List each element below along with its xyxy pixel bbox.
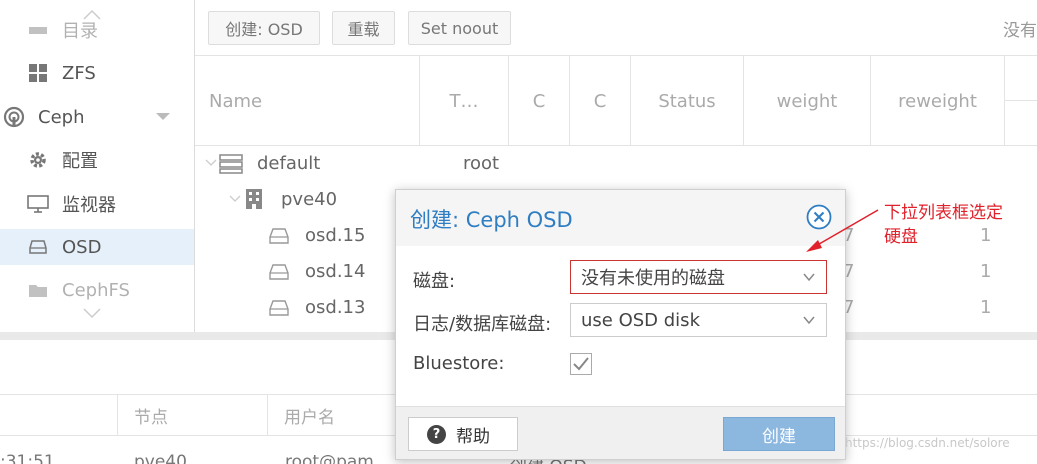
bluestore-label: Bluestore: (413, 353, 505, 374)
dialog-title: 创建: Ceph OSD (410, 208, 573, 232)
row-name: pve40 (281, 189, 338, 210)
annotation-arrow (806, 209, 879, 252)
table-row[interactable]: default root (195, 146, 1037, 182)
watermark: https://blog.csdn.net/solore (845, 436, 1010, 450)
journal-disk-select[interactable]: use OSD disk (570, 303, 827, 337)
journal-disk-select-value: use OSD disk (581, 309, 700, 331)
drive-icon (26, 240, 50, 254)
column-header-class[interactable]: C (509, 56, 570, 146)
sidebar-item-config[interactable]: 配置 (0, 142, 194, 178)
drive-icon (269, 228, 289, 244)
storage-icon (26, 25, 50, 35)
chevron-down-icon[interactable] (229, 195, 241, 203)
grid-icon (26, 64, 50, 82)
server-rack-icon (219, 154, 243, 174)
dialog-footer: ? 帮助 创建 (396, 406, 845, 459)
column-header-reweight[interactable]: reweight (871, 56, 1005, 146)
row-type: root (463, 153, 500, 174)
disk-select-value: 没有未使用的磁盘 (581, 268, 725, 289)
row-name: osd.13 (305, 297, 366, 318)
monitor-icon (26, 195, 50, 213)
column-header-name[interactable]: Name (195, 56, 420, 146)
sidebar-item-label: ZFS (62, 62, 96, 84)
sidebar-item-zfs[interactable]: ZFS (0, 55, 194, 91)
sidebar-item-label: 监视器 (62, 195, 116, 216)
row-reweight: 1 (980, 297, 992, 318)
row-node: pve40 (134, 452, 187, 464)
create-osd-button[interactable]: 创建: OSD (208, 11, 320, 45)
osd-grid-header: Name T… C C Status weight reweight (195, 56, 1037, 146)
toolbar: 创建: OSD 重载 Set noout 没有 (195, 0, 1037, 56)
disk-label: 磁盘: (413, 271, 456, 292)
create-button[interactable]: 创建 (723, 417, 835, 451)
sidebar-item-monitor[interactable]: 监视器 (0, 186, 194, 222)
help-button-label: 帮助 (456, 426, 490, 447)
folder-icon (26, 283, 50, 297)
sidebar-item-label: 配置 (62, 151, 98, 172)
sidebar-item-label: CephFS (62, 279, 130, 301)
drive-icon (269, 300, 289, 316)
set-noout-button[interactable]: Set noout (408, 11, 511, 45)
create-ceph-osd-dialog: 创建: Ceph OSD 磁盘: 没有未使用的磁盘 日志/数据库磁盘: use … (395, 189, 846, 460)
toolbar-status-text: 没有 (1003, 21, 1037, 41)
disk-select[interactable]: 没有未使用的磁盘 (570, 260, 827, 294)
row-name: default (257, 153, 321, 174)
sidebar-item-cephfs[interactable]: CephFS (0, 272, 194, 308)
gear-icon (26, 151, 50, 169)
help-button[interactable]: ? 帮助 (408, 417, 518, 451)
sidebar-item-label: 目录 (62, 21, 98, 42)
column-header-weight[interactable]: weight (744, 56, 871, 146)
row-user: root@pam (285, 452, 374, 464)
column-header-divider (1005, 100, 1037, 101)
row-time: :31:51 (0, 452, 55, 464)
sidebar-item-storage[interactable]: 目录 (0, 12, 194, 48)
row-reweight: 1 (980, 261, 992, 282)
reload-button[interactable]: 重载 (332, 11, 395, 45)
journal-disk-label: 日志/数据库磁盘: (413, 314, 552, 335)
column-header-status[interactable]: Status (631, 56, 744, 146)
row-name: osd.14 (305, 261, 366, 282)
column-header-node[interactable]: 节点 (118, 395, 268, 435)
scroll-down-icon[interactable] (82, 308, 102, 320)
column-header-c2[interactable]: C (570, 56, 631, 146)
dialog-body: 磁盘: 没有未使用的磁盘 日志/数据库磁盘: use OSD disk Blue… (396, 246, 845, 406)
sidebar-item-osd[interactable]: OSD (0, 229, 194, 265)
sidebar: 目录 ZFS Ceph 配置 监视器 OSD CephFS (0, 0, 195, 332)
chevron-down-icon[interactable] (802, 313, 816, 327)
app-root: 目录 ZFS Ceph 配置 监视器 OSD CephFS 创建: OSD 重载… (0, 0, 1037, 464)
ceph-icon (2, 106, 26, 128)
bluestore-checkbox[interactable] (570, 353, 592, 375)
annotation-text: 下拉列表框选定 硬盘 (884, 201, 1003, 249)
chevron-down-icon[interactable] (156, 113, 170, 120)
dialog-header: 创建: Ceph OSD (396, 190, 845, 246)
sidebar-item-ceph[interactable]: Ceph (0, 99, 194, 135)
column-header-time[interactable] (0, 395, 118, 435)
row-name: osd.15 (305, 225, 366, 246)
help-icon: ? (427, 424, 446, 444)
sidebar-item-label: Ceph (38, 106, 85, 128)
chevron-down-icon[interactable] (205, 159, 217, 167)
annotation-line-1: 下拉列表框选定 (884, 203, 1003, 223)
chevron-down-icon[interactable] (802, 270, 816, 284)
building-icon (246, 189, 262, 209)
checkmark-icon (573, 357, 589, 371)
column-header-type[interactable]: T… (420, 56, 509, 146)
sidebar-item-label: OSD (62, 236, 102, 258)
drive-icon (269, 264, 289, 280)
annotation-line-2: 硬盘 (884, 227, 918, 247)
